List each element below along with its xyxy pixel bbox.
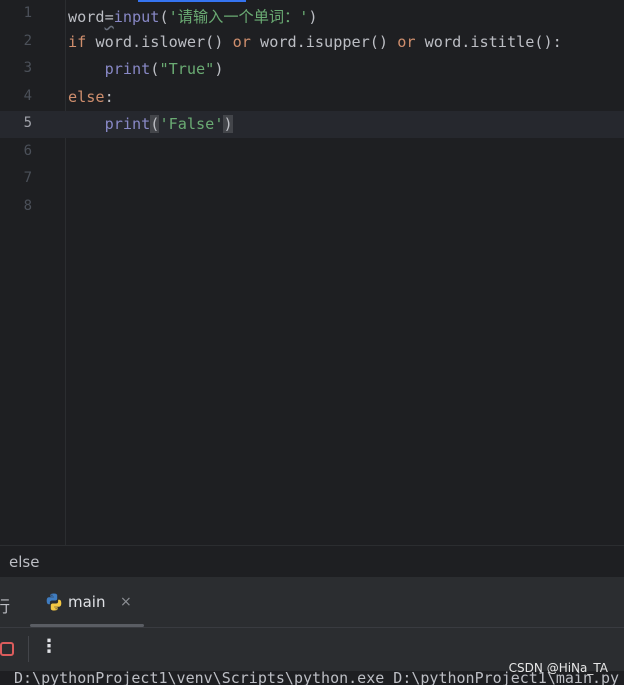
code-text[interactable]: else:	[68, 88, 114, 106]
code-token: word.isupper()	[250, 32, 398, 51]
close-icon[interactable]: ×	[120, 594, 132, 610]
code-token: print	[104, 115, 151, 133]
code-line[interactable]: 6	[0, 139, 624, 166]
code-line[interactable]: 3 print("True")	[0, 56, 624, 83]
code-token: or	[232, 32, 251, 51]
line-number: 3	[23, 60, 32, 76]
code-token: 'False'	[159, 115, 224, 133]
code-token: :	[104, 87, 114, 106]
tab-previous-label[interactable]: 行	[0, 593, 10, 617]
code-line[interactable]: 2 if word.islower() or word.isupper() or …	[0, 29, 624, 56]
line-number: 7	[23, 170, 32, 186]
code-line[interactable]: 8	[0, 194, 624, 221]
code-line[interactable]: 5 print('False')	[0, 111, 624, 138]
code-token: input	[113, 8, 160, 26]
code-line[interactable]: 1 word=input('请输入一个单词：')	[0, 1, 624, 28]
code-text[interactable]: print("True")	[68, 60, 224, 78]
code-token: (	[159, 8, 169, 26]
code-token: if	[68, 32, 87, 51]
code-text[interactable]: if word.islower() or word.isupper() or w…	[68, 33, 562, 51]
breadcrumb-item[interactable]: else	[9, 553, 39, 571]
toolbar-divider	[28, 636, 29, 662]
code-token: word.islower()	[86, 32, 233, 51]
code-text[interactable]: word=input('请输入一个单词：')	[68, 5, 318, 27]
watermark: CSDN @HiNa_TA	[508, 661, 608, 675]
code-token: word	[68, 8, 105, 26]
code-line[interactable]: 4 else:	[0, 84, 624, 111]
code-text[interactable]: print('False')	[68, 115, 233, 133]
line-number: 4	[23, 87, 32, 104]
breadcrumb[interactable]: else	[0, 545, 624, 578]
code-token: =	[104, 8, 114, 26]
code-token: print	[104, 60, 151, 78]
code-token: )	[223, 115, 233, 133]
stop-icon[interactable]	[0, 642, 14, 656]
tab-main-label: main	[68, 593, 106, 611]
code-editor[interactable]: 1 word=input('请输入一个单词：') 2 if word.islower(…	[0, 0, 624, 545]
more-options-icon[interactable]: ⋮	[40, 636, 58, 657]
line-number: 5	[23, 115, 32, 131]
code-line[interactable]: 7	[0, 166, 624, 193]
code-token: word.istitle():	[415, 32, 562, 51]
code-token: )	[308, 8, 318, 26]
line-number: 2	[23, 32, 32, 49]
run-tabs: 行 main ×	[0, 577, 624, 627]
line-number: 6	[23, 142, 32, 159]
code-token: "True"	[159, 60, 215, 78]
python-icon	[46, 593, 62, 611]
code-token: '请输入一个单词：'	[168, 8, 309, 26]
line-number: 8	[23, 197, 32, 214]
code-token: else	[68, 87, 105, 106]
code-token: or	[397, 32, 416, 51]
tab-main[interactable]: main ×	[30, 577, 144, 627]
code-token: )	[214, 60, 224, 78]
line-number: 1	[23, 5, 32, 21]
